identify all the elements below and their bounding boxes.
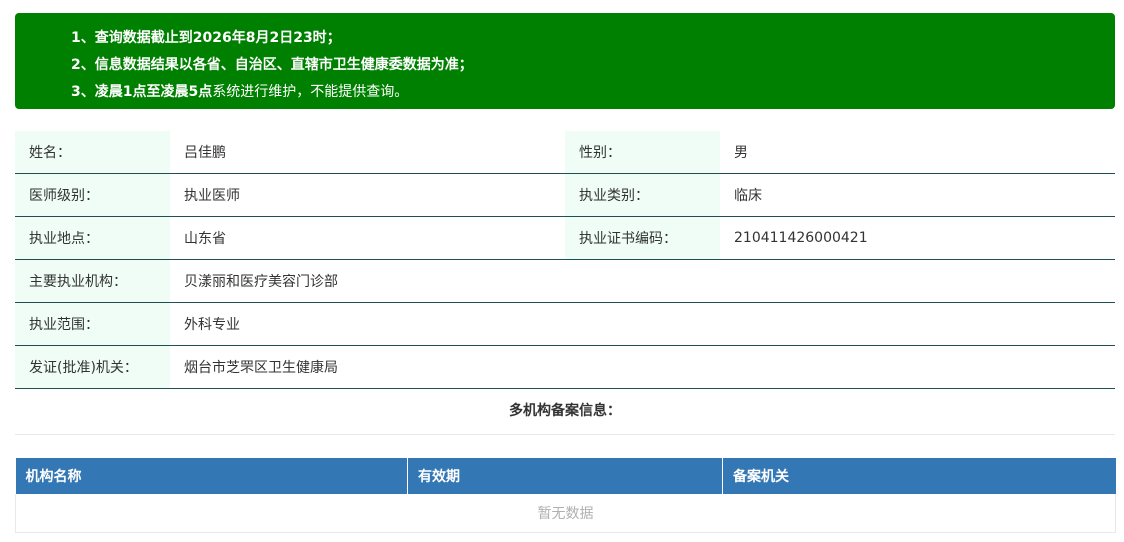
column-header-org-name[interactable]: 机构名称 (15, 458, 408, 494)
doctor-info-table: 姓名： 吕佳鹏 性别： 男 医师级别： 执业医师 执业类别： 临床 执业地点： … (15, 131, 1115, 389)
notice-line-3: 3、凌晨1点至凌晨5点系统进行维护，不能提供查询。 (71, 84, 409, 100)
category-label: 执业类别： (565, 173, 720, 217)
multi-org-title: 多机构备案信息： (15, 389, 1115, 435)
gender-value: 男 (720, 131, 1115, 174)
info-row-scope: 执业范围： 外科专业 (15, 302, 1115, 346)
location-label: 执业地点： (15, 216, 170, 260)
authority-value: 烟台市芝罘区卫生健康局 (170, 345, 1115, 389)
location-value: 山东省 (170, 216, 565, 260)
scope-value: 外科专业 (170, 302, 1115, 346)
info-row-authority: 发证(批准)机关： 烟台市芝罘区卫生健康局 (15, 345, 1115, 389)
category-value: 临床 (720, 173, 1115, 217)
gender-label: 性别： (565, 131, 720, 174)
empty-placeholder: 暂无数据 (15, 494, 1116, 533)
multi-org-table: 机构名称 有效期 备案机关 暂无数据 (15, 458, 1116, 533)
notice-line-2: 2、信息数据结果以各省、自治区、直辖市卫生健康委数据为准； (71, 57, 473, 73)
authority-label: 发证(批准)机关： (15, 345, 170, 389)
level-label: 医师级别： (15, 173, 170, 217)
org-table-header: 机构名称 有效期 备案机关 (15, 458, 1116, 494)
info-row-institution: 主要执业机构： 贝漾丽和医疗美容门诊部 (15, 259, 1115, 303)
info-row-name-gender: 姓名： 吕佳鹏 性别： 男 (15, 131, 1115, 174)
column-header-validity[interactable]: 有效期 (407, 458, 723, 494)
notice-banner: 1、查询数据截止到2026年8月2日23时； 2、信息数据结果以各省、自治区、直… (15, 13, 1115, 109)
notice-line-1: 1、查询数据截止到2026年8月2日23时； (71, 30, 341, 46)
level-value: 执业医师 (170, 173, 565, 217)
institution-label: 主要执业机构： (15, 259, 170, 303)
info-row-location-cert: 执业地点： 山东省 执业证书编码： 210411426000421 (15, 216, 1115, 260)
column-header-authority[interactable]: 备案机关 (722, 458, 1116, 494)
cert-label: 执业证书编码： (565, 216, 720, 260)
institution-value: 贝漾丽和医疗美容门诊部 (170, 259, 1115, 303)
info-row-level-category: 医师级别： 执业医师 执业类别： 临床 (15, 173, 1115, 217)
name-value: 吕佳鹏 (170, 131, 565, 174)
cert-value: 210411426000421 (720, 216, 1115, 260)
scope-label: 执业范围： (15, 302, 170, 346)
name-label: 姓名： (15, 131, 170, 174)
table-row-empty: 暂无数据 (15, 494, 1116, 533)
